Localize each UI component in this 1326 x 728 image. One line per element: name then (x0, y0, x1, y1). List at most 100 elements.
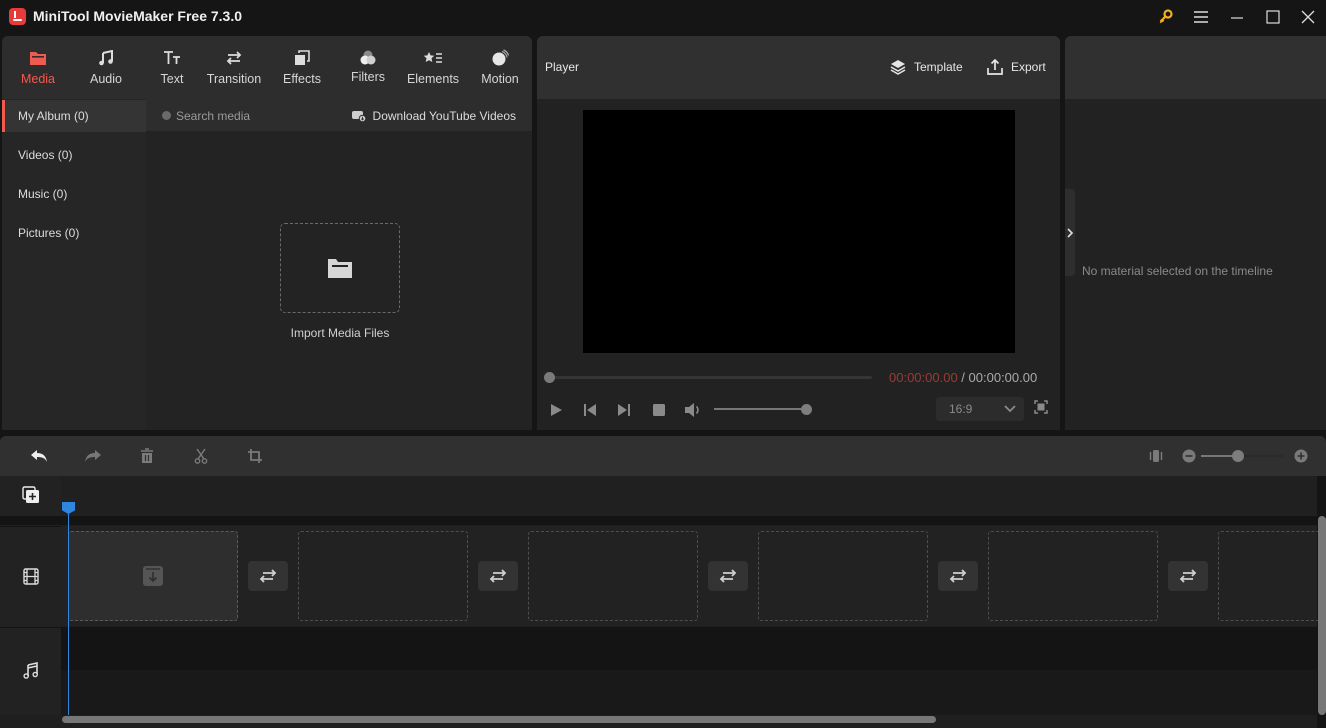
app-logo (9, 8, 26, 25)
download-youtube-label: Download YouTube Videos (372, 109, 516, 123)
search-input[interactable] (176, 107, 316, 125)
music-icon (98, 48, 114, 68)
export-label: Export (1011, 60, 1046, 74)
volume-icon (685, 403, 699, 417)
clip-slot[interactable] (758, 531, 928, 621)
timeline-toolbar (0, 436, 1326, 476)
swap-icon (1179, 569, 1197, 583)
filters-icon (359, 48, 377, 68)
zoom-out-button[interactable] (1179, 446, 1199, 466)
play-icon (551, 404, 562, 416)
zoom-out-icon (1182, 449, 1196, 463)
player-header: Player Template Export (537, 36, 1060, 99)
tab-media[interactable]: Media (14, 36, 62, 99)
tab-motion[interactable]: Motion (476, 36, 524, 99)
fullscreen-button[interactable] (1034, 400, 1052, 418)
crop-button[interactable] (245, 446, 265, 466)
redo-button[interactable] (83, 446, 103, 466)
horizontal-scrollbar[interactable] (62, 716, 936, 723)
total-time: 00:00:00.00 (968, 370, 1038, 385)
aspect-ratio-select[interactable]: 16:9 (936, 397, 1024, 421)
transition-slot[interactable] (248, 561, 288, 591)
folder-icon (328, 259, 352, 278)
scissors-icon (194, 448, 208, 464)
playhead-line (68, 512, 69, 715)
volume-handle[interactable] (801, 404, 812, 415)
minimize-icon[interactable] (1226, 6, 1248, 28)
tab-filters[interactable]: Filters (344, 36, 392, 99)
fit-timeline-button[interactable] (1146, 446, 1166, 466)
track-divider (0, 526, 61, 527)
collapse-panel-button[interactable] (1065, 189, 1075, 276)
player-panel: Player Template Export 00:00:00.00 / 00:… (537, 36, 1060, 430)
close-icon[interactable] (1297, 6, 1319, 28)
zoom-in-icon (1294, 449, 1308, 463)
swap-icon (949, 569, 967, 583)
clip-slot[interactable] (528, 531, 698, 621)
fit-zoom-icon (1149, 450, 1163, 462)
transition-slot[interactable] (478, 561, 518, 591)
effects-icon (294, 48, 310, 68)
audio-track (61, 627, 1317, 670)
tab-audio[interactable]: Audio (82, 36, 130, 99)
sidebar-item-music[interactable]: Music (0) (2, 178, 146, 210)
transition-slot[interactable] (938, 561, 978, 591)
transition-slot[interactable] (1168, 561, 1208, 591)
tab-effects[interactable]: Effects (278, 36, 326, 99)
transition-slot[interactable] (708, 561, 748, 591)
previous-frame-button[interactable] (580, 400, 600, 420)
key-icon[interactable] (1155, 6, 1177, 28)
clip-slot[interactable] (1218, 531, 1318, 621)
clip-slot[interactable] (298, 531, 468, 621)
template-button[interactable]: Template (890, 56, 963, 78)
clip-slot[interactable] (988, 531, 1158, 621)
menu-icon[interactable] (1190, 6, 1212, 28)
aspect-ratio-value: 16:9 (949, 402, 973, 416)
tab-elements[interactable]: Elements (404, 36, 462, 99)
undo-icon (31, 450, 47, 462)
volume-button[interactable] (683, 400, 703, 420)
motion-icon (491, 48, 509, 68)
music-note-icon (23, 662, 39, 679)
delete-button[interactable] (137, 446, 157, 466)
tab-text[interactable]: Text (148, 36, 196, 99)
properties-panel: No material selected on the timeline (1065, 36, 1326, 430)
track-headers (0, 476, 61, 715)
import-media-button[interactable] (280, 223, 400, 313)
skip-forward-icon (618, 404, 630, 416)
split-button[interactable] (191, 446, 211, 466)
undo-button[interactable] (29, 446, 49, 466)
vertical-scrollbar[interactable] (1318, 516, 1326, 715)
video-preview (583, 110, 1015, 353)
sidebar-item-videos[interactable]: Videos (0) (2, 139, 146, 171)
media-sidebar: My Album (0) Videos (0) Music (0) Pictur… (2, 99, 146, 430)
audio-track-lower (61, 670, 1317, 715)
download-youtube-button[interactable]: Download YouTube Videos (351, 107, 516, 125)
next-frame-button[interactable] (614, 400, 634, 420)
sidebar-item-my-album[interactable]: My Album (0) (2, 100, 146, 132)
zoom-in-button[interactable] (1291, 446, 1311, 466)
stop-button[interactable] (649, 400, 669, 420)
audio-track-header (23, 662, 39, 682)
empty-selection-message: No material selected on the timeline (1082, 264, 1273, 278)
seek-handle[interactable] (544, 372, 555, 383)
trash-icon (141, 448, 153, 463)
clip-slot[interactable] (68, 531, 238, 621)
play-button[interactable] (546, 400, 566, 420)
search-icon (162, 111, 171, 120)
timeline-ruler[interactable] (61, 476, 1317, 516)
media-tabbar: Media Audio Text Transition Effects Filt… (2, 36, 532, 99)
sidebar-item-pictures[interactable]: Pictures (0) (2, 217, 146, 249)
export-button[interactable]: Export (987, 56, 1046, 78)
add-track-button[interactable] (22, 486, 40, 507)
tab-transition[interactable]: Transition (203, 36, 265, 99)
seek-bar[interactable] (549, 376, 872, 379)
folder-icon (29, 48, 47, 68)
chevron-down-icon (1004, 397, 1016, 421)
timeline-zoom-handle[interactable] (1231, 450, 1244, 462)
maximize-icon[interactable] (1262, 6, 1284, 28)
chevron-right-icon (1067, 228, 1074, 238)
add-track-icon (22, 486, 39, 503)
drop-here-icon (143, 566, 163, 586)
volume-slider[interactable] (714, 408, 807, 410)
